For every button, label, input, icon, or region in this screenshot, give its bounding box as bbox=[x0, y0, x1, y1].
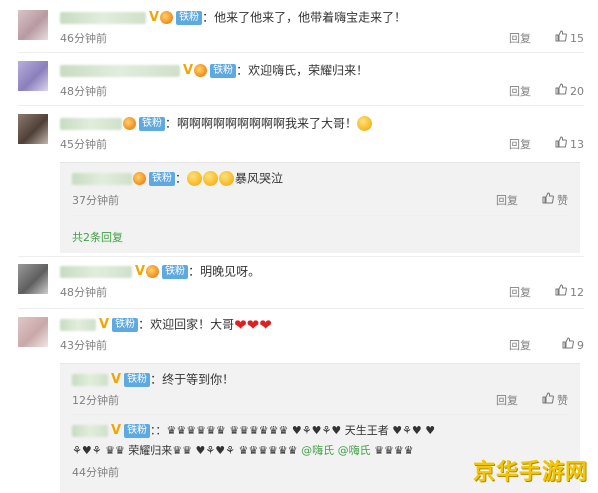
avatar[interactable] bbox=[18, 317, 48, 347]
comment-text: ：欢迎回家！大哥 bbox=[138, 317, 235, 332]
medal-icon bbox=[160, 11, 174, 24]
username[interactable] bbox=[72, 172, 132, 185]
fan-badge[interactable]: 铁粉 bbox=[124, 372, 151, 387]
thumb-up-icon bbox=[555, 136, 567, 154]
vip-icon: V bbox=[111, 423, 122, 438]
medal-icon bbox=[194, 64, 208, 77]
reply-text: ：终于等到你！ bbox=[150, 372, 235, 387]
avatar[interactable] bbox=[18, 10, 48, 40]
thumb-up-icon bbox=[555, 83, 567, 101]
comment-time: 45分钟前 bbox=[60, 138, 107, 151]
like-button[interactable]: 12 bbox=[546, 284, 584, 302]
reply-button[interactable]: 回复 bbox=[496, 392, 518, 410]
site-watermark: 京华手游网 bbox=[472, 460, 588, 485]
reply-prefix: ： bbox=[175, 171, 188, 186]
fan-badge[interactable]: 铁粉 bbox=[210, 63, 237, 78]
like-button[interactable]: 赞 bbox=[530, 392, 568, 410]
fan-badge[interactable]: 铁粉 bbox=[176, 10, 203, 25]
comment-item: V 铁粉 ：欢迎嗨氏，荣耀归来！ 48分钟前 回复 20 bbox=[0, 53, 598, 106]
fan-badge[interactable]: 铁粉 bbox=[124, 424, 151, 438]
reply-button[interactable]: 回复 bbox=[496, 192, 518, 210]
mention-link[interactable]: @嗨氏 bbox=[301, 444, 334, 457]
reply-time: 12分钟前 bbox=[72, 394, 119, 407]
like-count: 12 bbox=[570, 286, 584, 299]
reply-text-continued: ⚘♥⚘ ♛♛ 荣耀归来♛♛ ♥⚘♥⚘ ♛♛♛♛♛♛ bbox=[72, 444, 302, 457]
medal-icon bbox=[133, 172, 146, 185]
avatar[interactable] bbox=[18, 264, 48, 294]
comment-text: ：明晚见呀。 bbox=[188, 264, 261, 279]
comment-text: ：啊啊啊啊啊啊啊啊啊我来了大哥！ bbox=[165, 116, 358, 131]
reply-button[interactable]: 回复 bbox=[509, 136, 531, 154]
reply-text: 暴风哭泣 bbox=[235, 171, 284, 186]
like-button[interactable]: 9 bbox=[546, 337, 584, 355]
like-count: 20 bbox=[570, 85, 584, 98]
like-button[interactable]: 赞 bbox=[530, 192, 568, 210]
comment-text: ：欢迎嗨氏，荣耀归来！ bbox=[236, 63, 369, 78]
reply-button[interactable]: 回复 bbox=[509, 83, 531, 101]
username[interactable] bbox=[72, 425, 108, 437]
fan-badge[interactable]: 铁粉 bbox=[162, 264, 189, 279]
username[interactable] bbox=[60, 64, 180, 77]
like-button[interactable]: 13 bbox=[546, 136, 584, 154]
like-count: 9 bbox=[577, 339, 584, 352]
thumb-up-icon bbox=[555, 30, 567, 48]
heart-icon: ❤ bbox=[259, 315, 272, 334]
crying-emoji-icon bbox=[187, 171, 203, 186]
more-replies-link[interactable]: 共2条回复 bbox=[72, 229, 123, 245]
username[interactable] bbox=[60, 117, 122, 130]
like-button[interactable]: 20 bbox=[546, 83, 584, 101]
reply-button[interactable]: 回复 bbox=[509, 30, 531, 48]
heart-icon: ❤ bbox=[234, 315, 247, 334]
vip-icon: V bbox=[135, 263, 146, 279]
username[interactable] bbox=[72, 373, 108, 386]
comment-text: ：他来了他来了，他带着嗨宝走来了！ bbox=[202, 10, 407, 25]
comment-time: 48分钟前 bbox=[60, 286, 107, 299]
thumb-up-icon bbox=[542, 192, 554, 210]
avatar[interactable] bbox=[18, 114, 48, 144]
vip-icon: V bbox=[111, 371, 122, 387]
username[interactable] bbox=[60, 11, 146, 24]
vip-icon: V bbox=[183, 62, 194, 78]
heart-icon: ❤ bbox=[246, 315, 260, 334]
reply-text: ：：♛♛♛♛♛♛ ♛♛♛♛♛♛ ♥⚘♥⚘♥ 天生王者 ♥⚘♥ ♥ bbox=[150, 424, 436, 437]
crying-emoji-icon bbox=[219, 171, 235, 186]
username[interactable] bbox=[60, 265, 132, 278]
like-count: 13 bbox=[570, 138, 584, 151]
crying-emoji-icon bbox=[203, 171, 219, 186]
mention-link[interactable]: @嗨氏 bbox=[338, 444, 371, 457]
thumb-up-icon bbox=[562, 337, 574, 355]
reply-time: 44分钟前 bbox=[72, 466, 119, 479]
thumb-up-icon bbox=[542, 392, 554, 410]
reply-button[interactable]: 回复 bbox=[509, 337, 531, 355]
comment-item: 铁粉 ：啊啊啊啊啊啊啊啊啊我来了大哥！ 45分钟前 回复 13 铁粉：暴风哭泣 3… bbox=[0, 106, 598, 256]
crying-emoji-icon bbox=[357, 116, 373, 131]
reply-box: 铁粉： 暴风哭泣 37分钟前 回复 赞 共2条回复 bbox=[60, 162, 580, 253]
like-label: 赞 bbox=[557, 194, 568, 207]
vip-icon: V bbox=[149, 9, 160, 25]
like-label: 赞 bbox=[557, 394, 568, 407]
reply-button[interactable]: 回复 bbox=[509, 284, 531, 302]
avatar[interactable] bbox=[18, 61, 48, 91]
comment-item: V 铁粉 ：明晚见呀。 48分钟前 回复 12 bbox=[0, 256, 598, 309]
username[interactable] bbox=[60, 318, 96, 331]
like-count: 15 bbox=[570, 32, 584, 45]
vip-icon: V bbox=[99, 316, 110, 332]
reply-text-tail: ♛♛♛♛ bbox=[370, 444, 414, 457]
fan-badge[interactable]: 铁粉 bbox=[149, 171, 175, 186]
comment-time: 48分钟前 bbox=[60, 85, 107, 98]
comment-time: 43分钟前 bbox=[60, 339, 107, 352]
like-button[interactable]: 15 bbox=[546, 30, 584, 48]
comment-item: V 铁粉 ：他来了他来了，他带着嗨宝走来了！ 46分钟前 回复 15 bbox=[0, 0, 598, 53]
medal-icon bbox=[146, 265, 160, 278]
reply-time: 37分钟前 bbox=[72, 194, 119, 207]
thumb-up-icon bbox=[555, 284, 567, 302]
fan-badge[interactable]: 铁粉 bbox=[139, 116, 165, 131]
fan-badge[interactable]: 铁粉 bbox=[112, 317, 139, 332]
comment-time: 46分钟前 bbox=[60, 32, 107, 45]
medal-icon bbox=[123, 117, 136, 130]
